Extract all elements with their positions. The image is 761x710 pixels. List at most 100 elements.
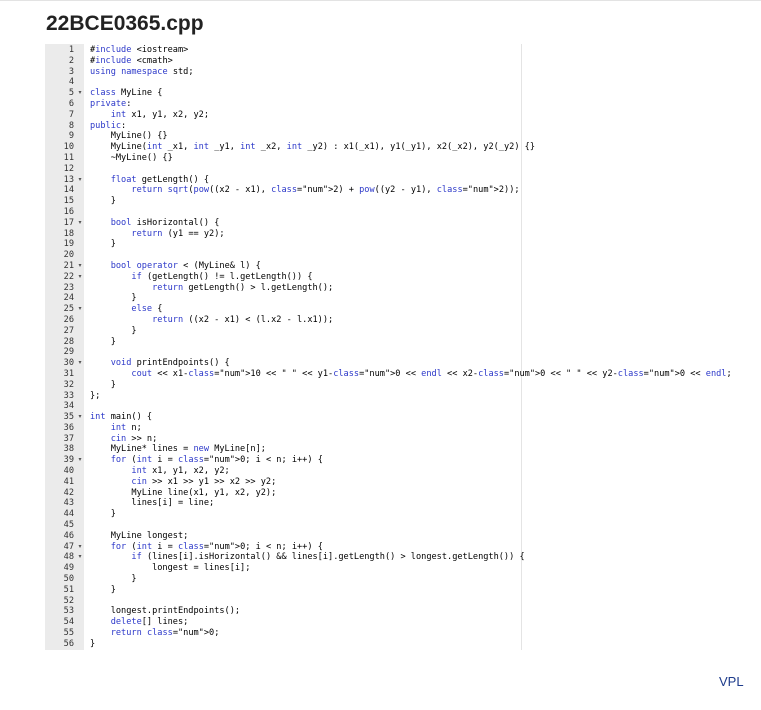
- code-line[interactable]: 28 }: [45, 337, 521, 348]
- code-line[interactable]: 42 MyLine line(x1, y1, x2, y2);: [45, 488, 521, 499]
- fold-arrow-icon[interactable]: ▾: [76, 261, 84, 272]
- code-line[interactable]: 31 cout << x1-class="num">10 << " " << y…: [45, 369, 732, 380]
- code-line[interactable]: 36 int n;: [45, 423, 521, 434]
- line-number: 54: [63, 617, 74, 628]
- fold-arrow-icon[interactable]: ▾: [76, 412, 84, 423]
- code-line[interactable]: 51 }: [45, 585, 521, 596]
- code-text: if (lines[i].isHorizontal() && lines[i].…: [131, 552, 525, 563]
- code-line[interactable]: 39 ▾ for (int i = class="num">0; i < n; i…: [45, 455, 521, 466]
- code-line[interactable]: 2 #include <cmath>: [45, 56, 521, 67]
- code-line[interactable]: 52: [45, 596, 521, 607]
- code-line[interactable]: 54 delete[] lines;: [45, 617, 521, 628]
- code-lines[interactable]: 1 #include <iostream> 2 #include <cmath> 3 us…: [45, 44, 732, 650]
- code-text: }: [90, 584, 116, 595]
- line-number: 51: [63, 584, 74, 595]
- code-line[interactable]: 11 ~MyLine() {}: [45, 153, 521, 164]
- code-line[interactable]: 56}: [45, 639, 521, 650]
- code-text: return getLength() > l.getLength();: [152, 282, 334, 293]
- code-line[interactable]: 45: [45, 520, 521, 531]
- code-line[interactable]: 20: [45, 250, 521, 261]
- code-line[interactable]: 40 int x1, y1, x2, y2;: [45, 466, 521, 477]
- line-number: 5: [68, 88, 74, 99]
- code-line[interactable]: 23 return getLength() > l.getLength();: [45, 283, 521, 294]
- fold-arrow-icon[interactable]: ▾: [76, 272, 84, 283]
- code-line[interactable]: 46 MyLine longest;: [45, 531, 521, 542]
- code-line[interactable]: 25 ▾ else {: [45, 304, 521, 315]
- line-number: 52: [63, 595, 74, 606]
- code-line[interactable]: 14 return sqrt(pow((x2 - x1), class="num…: [45, 185, 521, 196]
- code-line[interactable]: 8 public:: [45, 121, 521, 132]
- line-number: 30: [63, 358, 74, 369]
- code-line[interactable]: 33};: [45, 391, 521, 402]
- line-number: 45: [63, 520, 74, 531]
- code-line[interactable]: 44 }: [45, 509, 521, 520]
- line-number: 26: [63, 314, 74, 325]
- code-text: longest = lines[i];: [90, 563, 251, 574]
- code-text: int x1, y1, x2, y2;: [131, 466, 230, 477]
- code-line[interactable]: 10 MyLine(int _x1, int _y1, int _x2, int…: [45, 142, 535, 153]
- code-line[interactable]: 38 MyLine* lines = new MyLine[n];: [45, 444, 521, 455]
- code-line[interactable]: 35 ▾ int main() {: [45, 412, 521, 423]
- fold-arrow-icon[interactable]: ▾: [76, 175, 84, 186]
- code-line[interactable]: 49 longest = lines[i];: [45, 563, 521, 574]
- code-line[interactable]: 19 }: [45, 239, 521, 250]
- code-editor[interactable]: 1 #include <iostream> 2 #include <cmath> 3 us…: [45, 44, 732, 650]
- code-line[interactable]: 27 }: [45, 326, 521, 337]
- code-line[interactable]: 55 return class="num">0;: [45, 628, 521, 639]
- code-line[interactable]: 34: [45, 401, 521, 412]
- code-line[interactable]: 13 ▾ float getLength() {: [45, 175, 521, 186]
- code-line[interactable]: 37 cin >> n;: [45, 434, 521, 445]
- line-number: 24: [63, 293, 74, 304]
- line-number: 2: [68, 55, 74, 66]
- fold-arrow-icon[interactable]: ▾: [76, 88, 84, 99]
- code-text: MyLine longest;: [90, 530, 189, 541]
- code-line[interactable]: 32 }: [45, 380, 521, 391]
- fold-arrow-icon[interactable]: ▾: [76, 552, 84, 563]
- code-line[interactable]: 5 ▾ class MyLine {: [45, 88, 521, 99]
- line-number: 48: [63, 552, 74, 563]
- code-line[interactable]: 12: [45, 164, 521, 175]
- code-text: delete[] lines;: [110, 617, 189, 628]
- line-number: 14: [63, 185, 74, 196]
- fold-arrow-icon[interactable]: ▾: [76, 218, 84, 229]
- code-text: else {: [131, 304, 163, 315]
- code-line[interactable]: 21 ▾ bool operator < (MyLine& l) {: [45, 261, 521, 272]
- code-line[interactable]: 4: [45, 77, 521, 88]
- code-line[interactable]: 17 ▾ bool isHorizontal() {: [45, 218, 521, 229]
- code-line[interactable]: 24 }: [45, 293, 521, 304]
- code-line[interactable]: 50 }: [45, 574, 521, 585]
- code-line[interactable]: 47 ▾ for (int i = class="num">0; i < n; i…: [45, 542, 521, 553]
- line-number: 41: [63, 476, 74, 487]
- line-number: 17: [63, 217, 74, 228]
- fold-arrow-icon[interactable]: ▾: [76, 358, 84, 369]
- code-line[interactable]: 53 longest.printEndpoints();: [45, 606, 521, 617]
- code-line[interactable]: 3 using namespace std;: [45, 67, 521, 78]
- code-line[interactable]: 43 lines[i] = line;: [45, 498, 521, 509]
- code-line[interactable]: 48 ▾ if (lines[i].isHorizontal() && lines…: [45, 552, 525, 563]
- code-line[interactable]: 26 return ((x2 - x1) < (l.x2 - l.x1));: [45, 315, 521, 326]
- line-number: 1: [68, 45, 74, 55]
- code-line[interactable]: 7 int x1, y1, x2, y2;: [45, 110, 521, 121]
- fold-arrow-icon[interactable]: ▾: [76, 542, 84, 553]
- fold-arrow-icon[interactable]: ▾: [76, 304, 84, 315]
- line-number: 33: [63, 390, 74, 401]
- code-text: bool isHorizontal() {: [110, 217, 220, 228]
- line-number: 3: [68, 66, 74, 77]
- code-line[interactable]: 22 ▾ if (getLength() != l.getLength()) {: [45, 272, 521, 283]
- vpl-link[interactable]: VPL: [719, 674, 744, 689]
- code-line[interactable]: 15 }: [45, 196, 521, 207]
- code-text: return sqrt(pow((x2 - x1), class="num">2…: [131, 185, 520, 196]
- code-line[interactable]: 6 private:: [45, 99, 521, 110]
- code-line[interactable]: 30 ▾ void printEndpoints() {: [45, 358, 521, 369]
- code-text: class MyLine {: [90, 88, 163, 99]
- code-line[interactable]: 18 return (y1 == y2);: [45, 229, 521, 240]
- code-line[interactable]: 9 MyLine() {}: [45, 131, 521, 142]
- line-number: 29: [63, 347, 74, 358]
- line-number: 36: [63, 422, 74, 433]
- code-line[interactable]: 16: [45, 207, 521, 218]
- code-line[interactable]: 29: [45, 347, 521, 358]
- code-line[interactable]: 1 #include <iostream>: [45, 45, 521, 56]
- fold-arrow-icon[interactable]: ▾: [76, 455, 84, 466]
- code-line[interactable]: 41 cin >> x1 >> y1 >> x2 >> y2;: [45, 477, 521, 488]
- code-text: };: [90, 390, 101, 401]
